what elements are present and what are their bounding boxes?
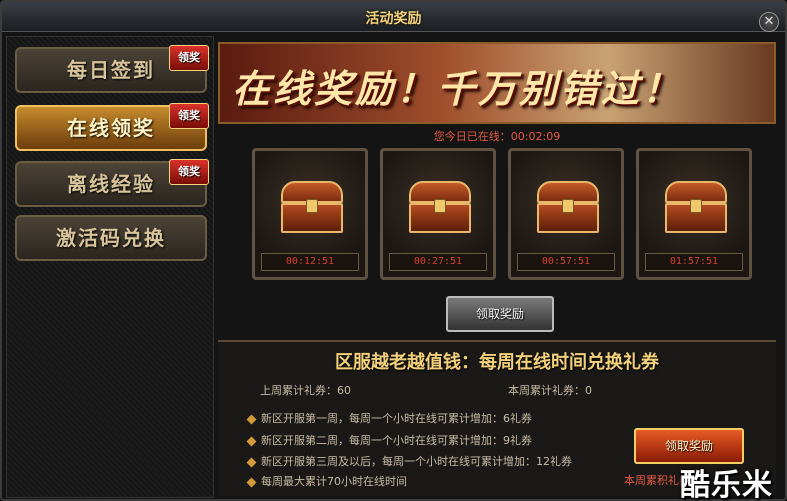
- banner-title: 在线奖励！千万别错过！: [232, 67, 684, 111]
- sidebar-item-online-reward[interactable]: 在线领奖 领奖: [15, 103, 209, 151]
- title-bar: 活动奖励 ✕: [2, 2, 785, 32]
- diamond-bullet-icon: [246, 414, 257, 424]
- reward-chest-card[interactable]: 00:12:51: [252, 148, 368, 280]
- diamond-bullet-icon: [246, 457, 257, 467]
- online-time-text: 您今日已在线：00:02:09: [433, 130, 561, 143]
- close-button[interactable]: ✕: [759, 12, 779, 32]
- chest-timer: 00:57:51: [517, 253, 615, 271]
- sidebar-item-activation-code[interactable]: 激活码兑换: [15, 215, 207, 261]
- sidebar-item-offline-exp[interactable]: 离线经验 领奖: [15, 159, 209, 207]
- chest-timer: 00:27:51: [389, 253, 487, 271]
- reward-badge: 领奖: [169, 159, 209, 185]
- reward-chest-card[interactable]: 01:57:51: [636, 148, 752, 280]
- reward-badge: 领奖: [169, 45, 209, 71]
- diamond-bullet-icon: [246, 436, 257, 446]
- rule-item: 每周最大累计70小时在线时间: [246, 473, 407, 489]
- rule-item: 新区开服第二周，每周一个小时在线可累计增加：9礼券: [246, 432, 532, 448]
- treasure-chest-icon: [281, 181, 343, 233]
- treasure-chest-icon: [537, 181, 599, 233]
- reward-badge: 领奖: [169, 103, 209, 129]
- reward-window: 活动奖励 ✕ 每日签到 领奖 在线领奖 领奖 离线经验 领奖 激活码兑换 在线奖…: [0, 0, 787, 501]
- reward-chest-card[interactable]: 00:27:51: [380, 148, 496, 280]
- reward-chest-card[interactable]: 00:57:51: [508, 148, 624, 280]
- treasure-chest-icon: [665, 181, 727, 233]
- sidebar-item-label: 激活码兑换: [56, 226, 166, 250]
- sidebar: 每日签到 领奖 在线领奖 领奖 离线经验 领奖 激活码兑换: [6, 36, 214, 498]
- watermark-logo: 酷乐米: [680, 468, 773, 501]
- sidebar-item-label: 每日签到: [67, 58, 155, 82]
- treasure-chest-icon: [409, 181, 471, 233]
- sidebar-item-label: 离线经验: [67, 172, 155, 196]
- this-week-coupons: 本周累计礼券：0: [508, 384, 592, 397]
- claim-reward-button[interactable]: 领取奖励: [446, 296, 554, 332]
- last-week-coupons: 上周累计礼券：60: [260, 384, 351, 397]
- diamond-bullet-icon: [246, 477, 257, 487]
- claim-coupon-button[interactable]: 领取奖励: [634, 428, 744, 464]
- exchange-title: 区服越老越值钱：每周在线时间兑换礼券: [335, 352, 659, 373]
- online-reward-banner: 在线奖励！千万别错过！: [218, 42, 776, 124]
- sidebar-item-label: 在线领奖: [67, 116, 155, 140]
- rule-item: 新区开服第三周及以后，每周一个小时在线可累计增加：12礼券: [246, 453, 572, 469]
- sidebar-item-daily-signin[interactable]: 每日签到 领奖: [15, 45, 209, 93]
- chest-timer: 01:57:51: [645, 253, 743, 271]
- chest-timer: 00:12:51: [261, 253, 359, 271]
- rule-item: 新区开服第一周，每周一个小时在线可累计增加：6礼券: [246, 410, 532, 426]
- window-title: 活动奖励: [365, 11, 422, 27]
